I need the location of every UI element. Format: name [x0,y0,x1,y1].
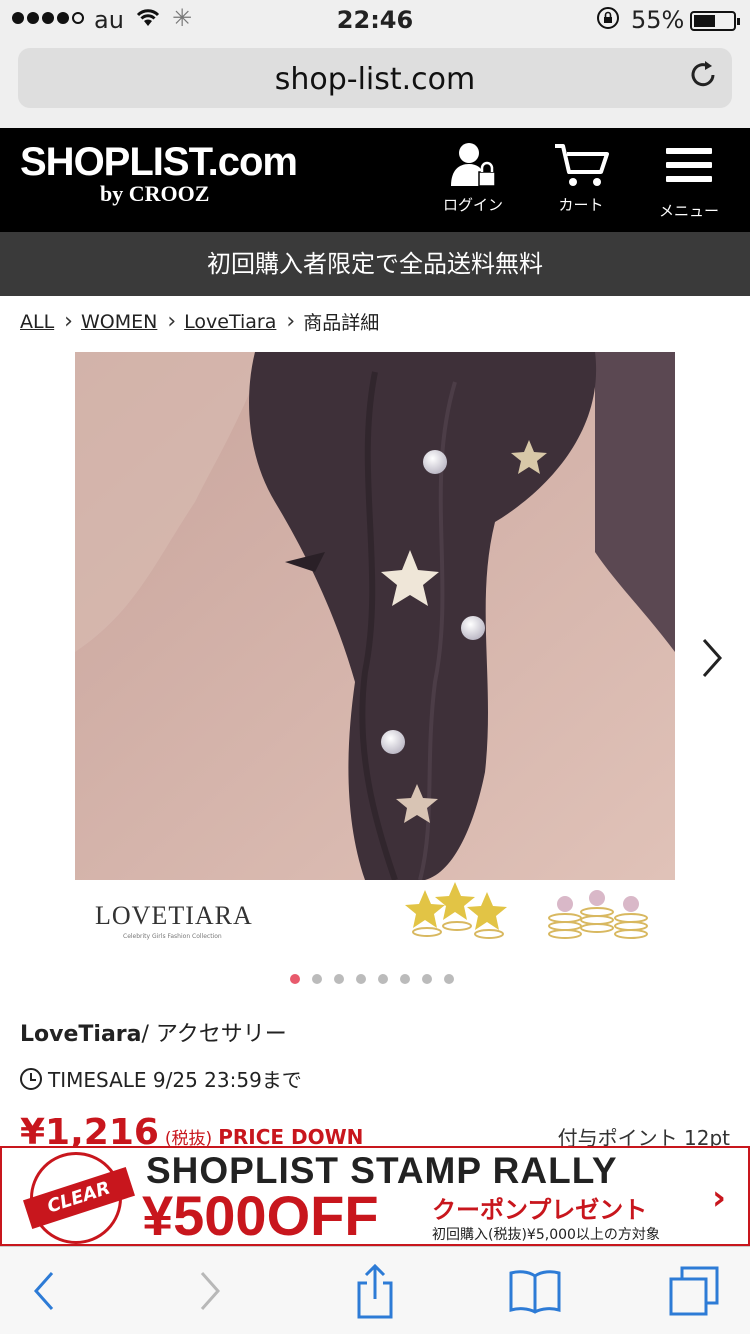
forward-icon[interactable] [180,1261,240,1321]
chevron-right-icon: › [167,309,177,334]
back-icon[interactable] [14,1261,74,1321]
url-text[interactable]: shop-list.com [18,62,732,97]
carousel-dot[interactable] [312,974,322,984]
chevron-right-icon: › [711,1178,726,1218]
hamburger-icon [666,148,712,194]
clock-icon [20,1067,42,1090]
site-header: SHOPLIST.com by CROOZ ログイン カート メニュー [0,128,750,232]
breadcrumb-link-all[interactable]: ALL [20,311,54,333]
share-icon[interactable] [345,1261,405,1321]
page: au ✳ 22:46 55% shop-list.com SHOPLIST.co… [0,0,750,1334]
cart-label: カート [558,196,604,214]
chevron-right-icon: › [286,309,296,334]
address-bar[interactable]: shop-list.com [18,48,732,108]
lovetiara-image-logo: LOVETIARA [95,901,253,930]
carousel-dot[interactable] [378,974,388,984]
discount-amount: ¥500OFF [142,1184,379,1247]
timesale-info: TIMESALE 9/25 23:59まで [20,1064,302,1093]
carousel-dot[interactable] [290,974,300,984]
tabs-icon[interactable] [664,1261,724,1321]
cart-button[interactable]: カート [536,142,626,215]
timesale-text: TIMESALE 9/25 23:59まで [48,1068,302,1092]
brand-link[interactable]: LoveTiara [20,1022,141,1047]
battery-percent: 55% [631,6,685,34]
carousel-dot[interactable] [444,974,454,984]
points-info: 付与ポイント 12pt [557,1126,730,1148]
browser-address-area: shop-list.com [0,40,750,128]
breadcrumb-current: 商品詳細 [303,312,380,334]
lovetiara-image-tagline: Celebrity Girls Fashion Collection [123,933,222,940]
login-button[interactable]: ログイン [428,142,518,215]
carousel-next-icon[interactable] [700,636,724,691]
coupon-text: クーポンプレゼント [432,1196,648,1224]
reload-icon[interactable] [688,58,718,98]
stamp-rally-banner[interactable]: CLEAR SHOPLIST STAMP RALLY ¥500OFF クーポンプ… [0,1146,750,1246]
status-bar: au ✳ 22:46 55% [0,0,750,40]
price: ¥1,216 [20,1112,159,1148]
rotation-lock-icon [596,6,620,36]
carousel-dot[interactable] [400,974,410,984]
chevron-right-icon: › [64,309,73,334]
breadcrumb-link-brand[interactable]: LoveTiara [184,311,276,333]
menu-button[interactable]: メニュー [644,142,734,221]
bookmarks-icon[interactable] [505,1261,565,1321]
breadcrumb: ALL › WOMEN › LoveTiara › 商品詳細 [20,308,379,335]
user-lock-icon [428,142,518,188]
price-down-label: PRICE DOWN [218,1125,364,1148]
coupon-condition: 初回購入(税抜)¥5,000以上の方対象 [432,1227,660,1243]
carousel-dot[interactable] [334,974,344,984]
cart-icon [536,142,626,188]
shoplist-logo[interactable]: SHOPLIST.com by CROOZ [20,140,298,207]
product-category: / アクセサリー [141,1022,287,1047]
browser-toolbar [0,1246,750,1334]
battery-icon [690,11,740,31]
product-brand-line: LoveTiara/ アクセサリー [20,1016,287,1048]
free-shipping-banner[interactable]: 初回購入者限定で全品送料無料 [0,232,750,296]
login-label: ログイン [442,196,503,214]
clear-badge: CLEAR [23,1152,135,1244]
carousel-dot[interactable] [422,974,432,984]
menu-label: メニュー [658,202,719,220]
carousel-dot[interactable] [356,974,366,984]
breadcrumb-link-women[interactable]: WOMEN [81,311,157,333]
price-line: ¥1,216 (税抜) PRICE DOWN 付与ポイント 12pt [20,1112,730,1148]
carousel-dots[interactable] [290,974,454,984]
product-image[interactable]: LOVETIARA Celebrity Girls Fashion Collec… [75,352,675,948]
